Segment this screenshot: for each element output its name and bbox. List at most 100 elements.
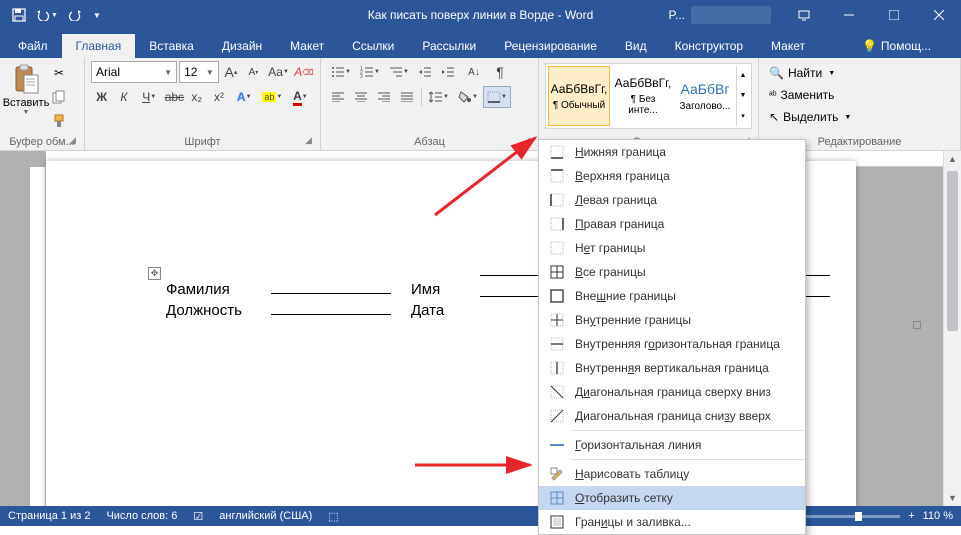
borders-button[interactable]: ▼ xyxy=(483,86,511,108)
zoom-level[interactable]: 110 % xyxy=(923,510,953,522)
tab-file[interactable]: Файл xyxy=(4,34,62,58)
justify-button[interactable] xyxy=(396,86,418,108)
border-menu-grid[interactable]: Отобразить сетку xyxy=(539,486,805,510)
tab-references[interactable]: Ссылки xyxy=(338,34,408,58)
border-menu-inside[interactable]: Внутренние границы xyxy=(539,308,805,332)
tab-layout[interactable]: Макет xyxy=(276,34,338,58)
menu-item-label: Внутренние границы xyxy=(575,313,691,327)
border-menu-left[interactable]: Левая граница xyxy=(539,188,805,212)
align-left-button[interactable] xyxy=(327,86,349,108)
status-words[interactable]: Число слов: 6 xyxy=(106,510,177,522)
change-case-button[interactable]: Aa▼ xyxy=(266,61,292,83)
increase-indent-button[interactable] xyxy=(437,61,459,83)
maximize-button[interactable] xyxy=(871,0,916,30)
insert-mode-icon[interactable]: ⬚ xyxy=(328,510,338,523)
tell-me[interactable]: 💡Помощ... xyxy=(852,34,941,58)
numbering-button[interactable]: 123▼ xyxy=(356,61,384,83)
font-color-button[interactable]: A▼ xyxy=(287,86,314,108)
zoom-thumb[interactable] xyxy=(855,512,862,521)
font-name-combo[interactable]: Arial▼ xyxy=(91,61,177,83)
style-no-spacing[interactable]: АаБбВвГг, ¶ Без инте... xyxy=(612,66,674,126)
zoom-slider[interactable] xyxy=(800,515,900,518)
clear-formatting-button[interactable]: A⌫ xyxy=(294,61,314,83)
status-language[interactable]: английский (США) xyxy=(219,510,312,522)
style-heading1[interactable]: АаБбВг Заголово... xyxy=(676,66,734,126)
align-center-button[interactable] xyxy=(350,86,372,108)
tab-mailings[interactable]: Рассылки xyxy=(408,34,490,58)
tab-view[interactable]: Вид xyxy=(611,34,661,58)
tab-layout2[interactable]: Макет xyxy=(757,34,819,58)
status-page[interactable]: Страница 1 из 2 xyxy=(8,510,90,522)
tab-design[interactable]: Дизайн xyxy=(208,34,276,58)
paragraph-dialog[interactable]: ◢ xyxy=(523,135,535,147)
close-button[interactable] xyxy=(916,0,961,30)
border-menu-bottom[interactable]: Нижняя граница xyxy=(539,140,805,164)
field-line[interactable] xyxy=(271,293,391,294)
border-menu-outside[interactable]: Внешние границы xyxy=(539,284,805,308)
shrink-font-button[interactable]: A▾ xyxy=(243,61,263,83)
border-menu-dialog[interactable]: Границы и заливка... xyxy=(539,510,805,534)
highlight-button[interactable]: ab▼ xyxy=(259,86,286,108)
scroll-down-icon[interactable]: ▼ xyxy=(944,493,961,503)
save-button[interactable] xyxy=(6,2,32,28)
scroll-thumb[interactable] xyxy=(947,171,958,331)
tab-insert[interactable]: Вставка xyxy=(135,34,208,58)
text-effects-button[interactable]: A▼ xyxy=(231,86,258,108)
copy-button[interactable] xyxy=(48,87,70,107)
show-marks-button[interactable]: ¶ xyxy=(489,61,511,83)
replace-button[interactable]: ᵃᵇЗаменить xyxy=(765,84,954,106)
format-painter-button[interactable] xyxy=(48,111,70,131)
style-normal[interactable]: АаБбВвГг, ¶ Обычный xyxy=(548,66,610,126)
italic-button[interactable]: К xyxy=(113,86,134,108)
align-right-button[interactable] xyxy=(373,86,395,108)
styles-more[interactable]: ▲▼▾ xyxy=(736,66,749,126)
qat-customize[interactable]: ▼ xyxy=(90,2,104,28)
vertical-scrollbar[interactable]: ▲ ▼ xyxy=(943,151,961,506)
table-move-handle[interactable]: ✥ xyxy=(148,267,161,280)
redo-button[interactable] xyxy=(62,2,88,28)
bullets-button[interactable]: ▼ xyxy=(327,61,355,83)
decrease-indent-button[interactable] xyxy=(414,61,436,83)
scroll-up-icon[interactable]: ▲ xyxy=(944,151,961,164)
multilevel-button[interactable]: ▼ xyxy=(385,61,413,83)
paste-arrow[interactable]: ▼ xyxy=(23,109,30,116)
border-menu-draw[interactable]: Нарисовать таблицу xyxy=(539,462,805,486)
grow-font-button[interactable]: A▴ xyxy=(221,61,241,83)
tab-review[interactable]: Рецензирование xyxy=(490,34,611,58)
tab-constructor[interactable]: Конструктор xyxy=(661,34,757,58)
minimize-button[interactable] xyxy=(826,0,871,30)
border-menu-top[interactable]: Верхняя граница xyxy=(539,164,805,188)
account-label[interactable]: P... xyxy=(663,2,691,28)
font-dialog[interactable]: ◢ xyxy=(305,135,317,147)
superscript-button[interactable]: x² xyxy=(208,86,229,108)
clipboard-dialog[interactable]: ◢ xyxy=(69,135,81,147)
border-menu-hline[interactable]: Горизонтальная линия xyxy=(539,433,805,457)
border-menu-none[interactable]: Нет границы xyxy=(539,236,805,260)
border-menu-right[interactable]: Правая граница xyxy=(539,212,805,236)
line-spacing-button[interactable]: ▼ xyxy=(425,86,453,108)
subscript-button[interactable]: x₂ xyxy=(186,86,207,108)
cut-button[interactable]: ✂ xyxy=(48,63,70,83)
spellcheck-icon[interactable]: ☑ xyxy=(193,510,203,523)
sort-button[interactable]: A↓ xyxy=(460,61,488,83)
tab-home[interactable]: Главная xyxy=(62,34,136,58)
border-menu-ih[interactable]: Внутренняя горизонтальная граница xyxy=(539,332,805,356)
border-menu-ddown[interactable]: Диагональная граница сверху вниз xyxy=(539,380,805,404)
underline-button[interactable]: Ч▼ xyxy=(136,86,163,108)
border-menu-iv[interactable]: Внутренняя вертикальная граница xyxy=(539,356,805,380)
field-line[interactable] xyxy=(271,314,391,315)
find-button[interactable]: 🔍Найти▼ xyxy=(765,62,954,84)
border-menu-dup[interactable]: Диагональная граница снизу вверх xyxy=(539,404,805,428)
undo-button[interactable]: ▼ xyxy=(34,2,60,28)
shading-button[interactable]: ▼ xyxy=(454,86,482,108)
border-menu-all[interactable]: Все границы xyxy=(539,260,805,284)
select-button[interactable]: ↖Выделить▼ xyxy=(765,106,954,128)
table-resize-handle[interactable] xyxy=(913,321,921,329)
bold-button[interactable]: Ж xyxy=(91,86,112,108)
paste-button[interactable]: Вставить ▼ xyxy=(6,61,46,116)
strikethrough-button[interactable]: abc xyxy=(164,86,185,108)
font-size-combo[interactable]: 12▼ xyxy=(179,61,219,83)
ruler-vertical[interactable] xyxy=(30,167,46,506)
zoom-in-button[interactable]: + xyxy=(908,510,914,522)
ribbon-options-button[interactable] xyxy=(781,0,826,30)
